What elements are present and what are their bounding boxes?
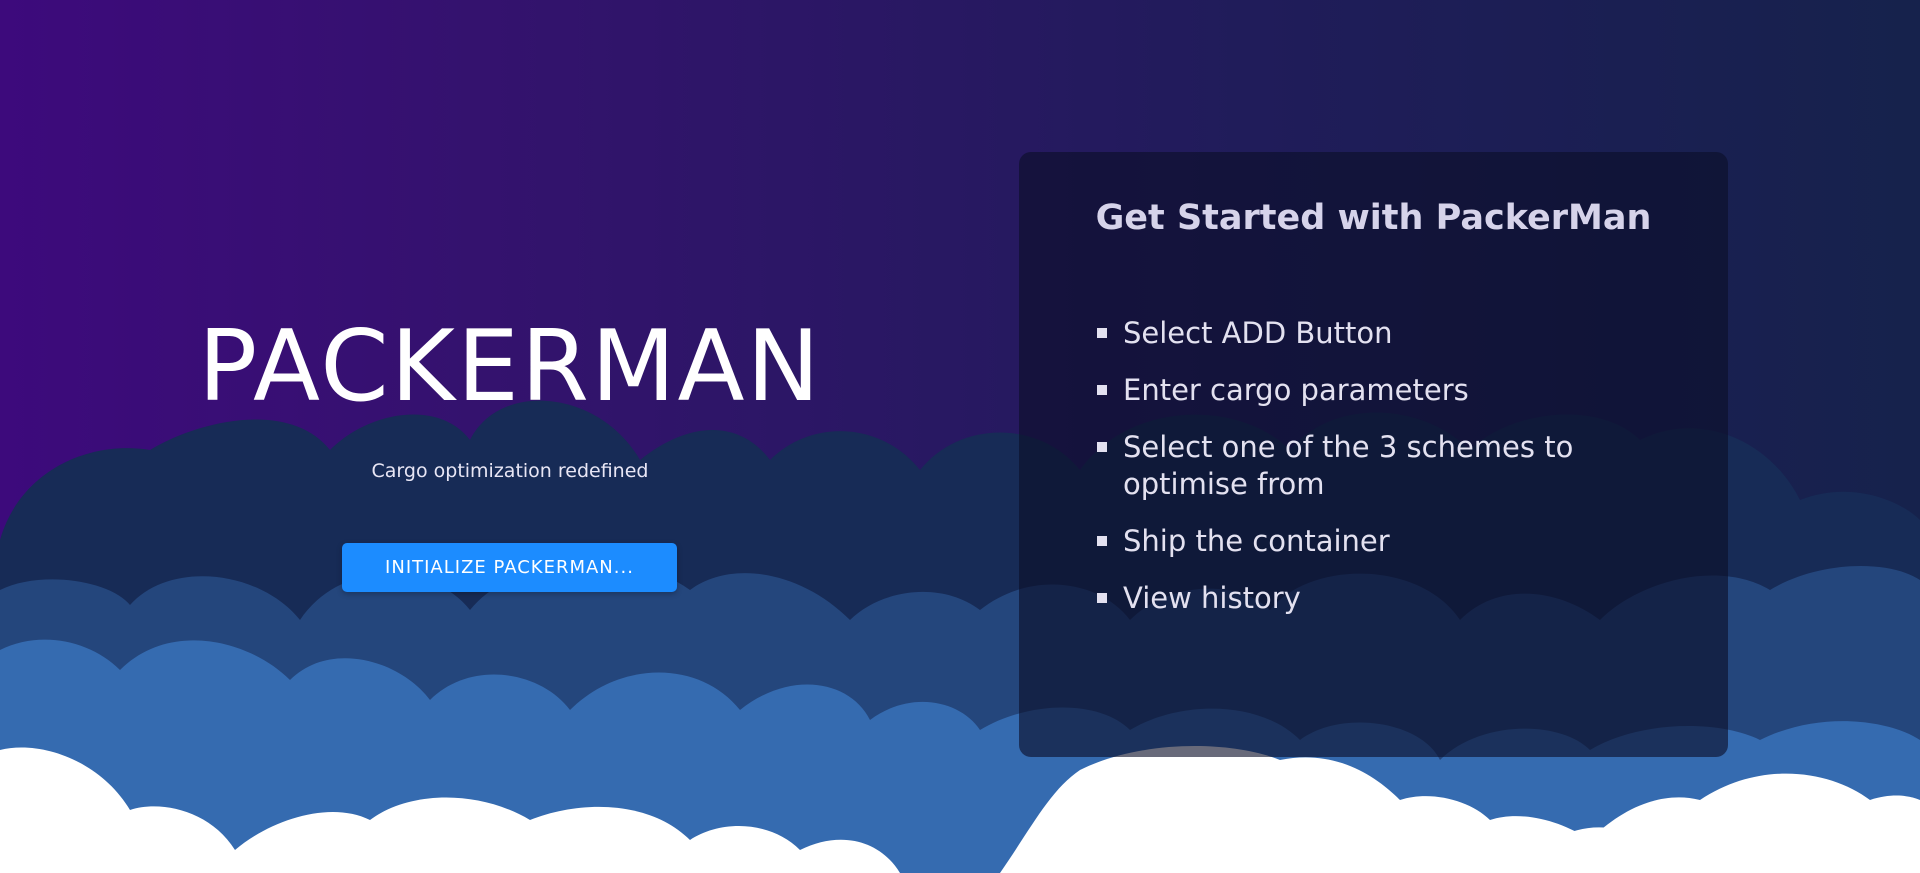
bullet-icon <box>1097 442 1107 452</box>
step-label: Enter cargo parameters <box>1123 373 1469 407</box>
bullet-icon <box>1097 385 1107 395</box>
list-item: Ship the container <box>1079 523 1679 560</box>
list-item: Select one of the 3 schemes to optimise … <box>1079 429 1679 503</box>
steps-list: Select ADD Button Enter cargo parameters… <box>1079 315 1679 637</box>
app-tagline: Cargo optimization redefined <box>371 460 649 482</box>
list-item: View history <box>1079 580 1679 617</box>
get-started-panel: Get Started with PackerMan Select ADD Bu… <box>1019 152 1728 757</box>
hero-section: PACKERMAN Cargo optimization redefined I… <box>0 0 1020 873</box>
step-label: Select ADD Button <box>1123 316 1393 350</box>
step-label: Ship the container <box>1123 524 1390 558</box>
panel-title: Get Started with PackerMan <box>1095 198 1652 238</box>
app-title: PACKERMAN <box>198 310 822 424</box>
bullet-icon <box>1097 328 1107 338</box>
list-item: Enter cargo parameters <box>1079 372 1679 409</box>
list-item: Select ADD Button <box>1079 315 1679 352</box>
bullet-icon <box>1097 536 1107 546</box>
step-label: Select one of the 3 schemes to optimise … <box>1123 430 1574 501</box>
bullet-icon <box>1097 593 1107 603</box>
initialize-button[interactable]: INITIALIZE PACKERMAN... <box>342 543 677 592</box>
step-label: View history <box>1123 581 1301 615</box>
